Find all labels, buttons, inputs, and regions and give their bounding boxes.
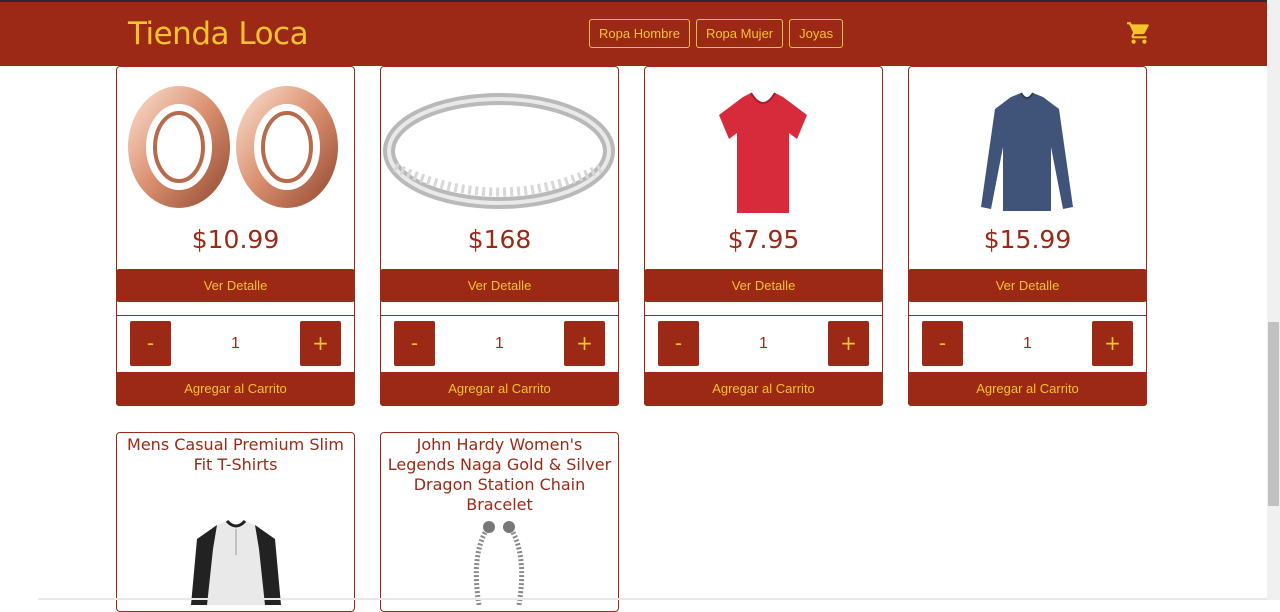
- vertical-scrollbar[interactable]: [1267, 0, 1280, 600]
- product-card: $15.99 Ver Detalle - 1 + Agregar al Carr…: [908, 66, 1147, 406]
- top-navbar: Tienda Loca Ropa Hombre Ropa Mujer Joyas: [0, 2, 1267, 66]
- product-price: $15.99: [983, 225, 1072, 254]
- product-image-ear-tunnels[interactable]: [117, 67, 354, 217]
- quantity-value[interactable]: 1: [177, 321, 294, 366]
- view-detail-button[interactable]: Ver Detalle: [908, 269, 1147, 302]
- product-card: $10.99 Ver Detalle - 1 + Agregar al Carr…: [116, 66, 355, 406]
- increase-quantity-button[interactable]: +: [828, 321, 869, 366]
- product-card: Mens Casual Premium Slim Fit T-Shirts: [116, 432, 355, 612]
- product-price: $10.99: [191, 225, 280, 254]
- product-title[interactable]: John Hardy Women's Legends Naga Gold & S…: [385, 435, 614, 515]
- view-detail-button[interactable]: Ver Detalle: [644, 269, 883, 302]
- product-image-raglan-shirt[interactable]: [177, 515, 295, 605]
- product-card: John Hardy Women's Legends Naga Gold & S…: [380, 432, 619, 612]
- quantity-stepper: - 1 +: [909, 315, 1146, 374]
- product-price: $168: [467, 225, 532, 254]
- product-card: $7.95 Ver Detalle - 1 + Agregar al Carri…: [644, 66, 883, 406]
- product-image-ring[interactable]: [381, 67, 618, 217]
- scrollbar-thumb[interactable]: [1268, 322, 1279, 506]
- nav-ropa-hombre-button[interactable]: Ropa Hombre: [589, 19, 690, 48]
- product-image-dragon-bracelet[interactable]: [459, 515, 539, 605]
- add-to-cart-button[interactable]: Agregar al Carrito: [644, 372, 883, 406]
- quantity-value[interactable]: 1: [705, 321, 822, 366]
- quantity-stepper: - 1 +: [117, 315, 354, 374]
- category-nav: Ropa Hombre Ropa Mujer Joyas: [589, 19, 844, 48]
- nav-ropa-mujer-button[interactable]: Ropa Mujer: [695, 19, 784, 48]
- increase-quantity-button[interactable]: +: [564, 321, 605, 366]
- shopping-cart-icon[interactable]: [1126, 20, 1152, 46]
- product-title[interactable]: Mens Casual Premium Slim Fit T-Shirts: [121, 435, 350, 475]
- add-to-cart-button[interactable]: Agregar al Carrito: [116, 372, 355, 406]
- decrease-quantity-button[interactable]: -: [922, 321, 963, 366]
- increase-quantity-button[interactable]: +: [1092, 321, 1133, 366]
- view-detail-button[interactable]: Ver Detalle: [380, 269, 619, 302]
- product-card: $168 Ver Detalle - 1 + Agregar al Carrit…: [380, 66, 619, 406]
- product-image-blue-long-sleeve[interactable]: [909, 67, 1146, 217]
- product-price: $7.95: [727, 225, 800, 254]
- add-to-cart-button[interactable]: Agregar al Carrito: [908, 372, 1147, 406]
- increase-quantity-button[interactable]: +: [300, 321, 341, 366]
- brand-logo[interactable]: Tienda Loca: [128, 16, 309, 52]
- quantity-stepper: - 1 +: [381, 315, 618, 374]
- product-image-red-tshirt[interactable]: [645, 67, 882, 217]
- add-to-cart-button[interactable]: Agregar al Carrito: [380, 372, 619, 406]
- quantity-stepper: - 1 +: [645, 315, 882, 374]
- nav-joyas-button[interactable]: Joyas: [789, 19, 844, 48]
- view-detail-button[interactable]: Ver Detalle: [116, 269, 355, 302]
- decrease-quantity-button[interactable]: -: [394, 321, 435, 366]
- quantity-value[interactable]: 1: [969, 321, 1086, 366]
- decrease-quantity-button[interactable]: -: [658, 321, 699, 366]
- decrease-quantity-button[interactable]: -: [130, 321, 171, 366]
- quantity-value[interactable]: 1: [441, 321, 558, 366]
